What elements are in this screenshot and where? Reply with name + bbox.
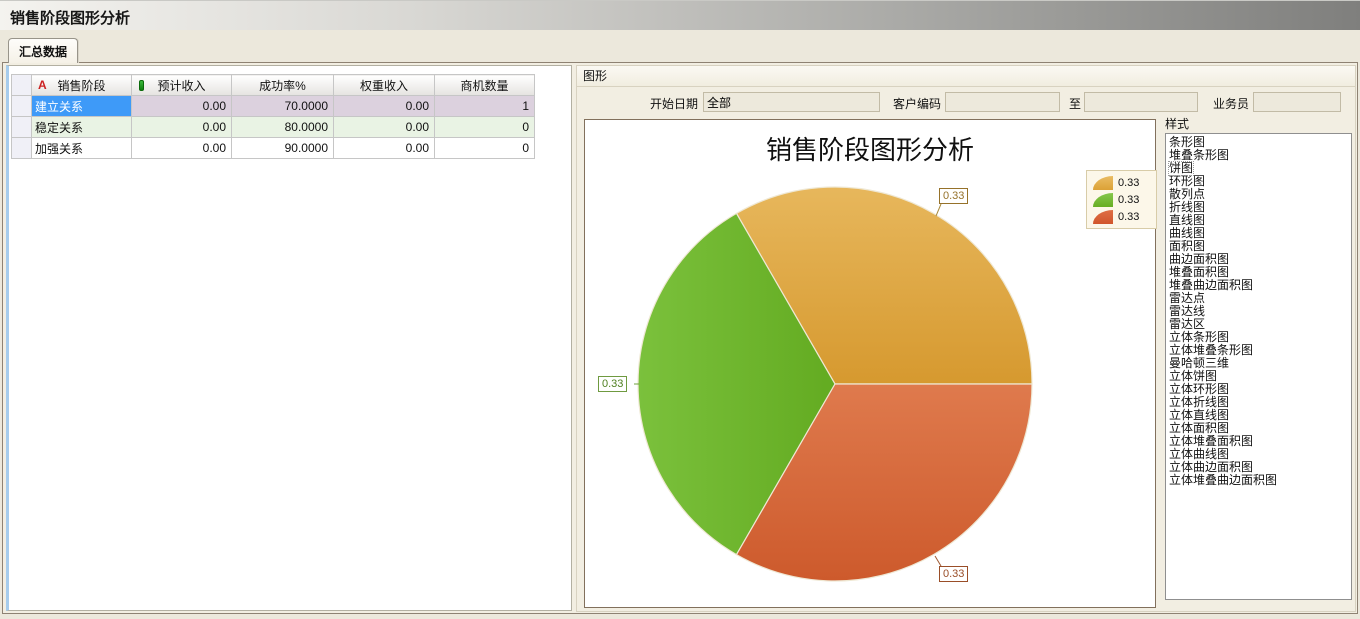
- cell-weighted[interactable]: 0.00: [334, 117, 435, 138]
- table-row: 加强关系 0.00 90.0000 0.00 0: [12, 138, 535, 159]
- cell-expected[interactable]: 0.00: [132, 138, 232, 159]
- chart-legend: 0.33 0.33 0.33: [1086, 170, 1157, 229]
- cell-count[interactable]: 0: [435, 117, 535, 138]
- slice-value-label: 0.33: [598, 376, 627, 392]
- callout-line-gold: [936, 204, 941, 216]
- legend-item: 0.33: [1093, 176, 1150, 190]
- cell-stage[interactable]: 稳定关系: [32, 117, 132, 138]
- pie-chart-area: 销售阶段图形分析: [584, 119, 1156, 608]
- row-indicator[interactable]: [12, 117, 32, 138]
- sales-stage-table: A 销售阶段 预计收入 成功率% 权重收入 商机数量: [11, 74, 535, 159]
- customer-code-from-input[interactable]: [945, 92, 1060, 112]
- cell-stage[interactable]: 加强关系: [32, 138, 132, 159]
- sort-a-icon: A: [38, 78, 47, 92]
- cell-weighted[interactable]: 0.00: [334, 96, 435, 117]
- cell-count[interactable]: 1: [435, 96, 535, 117]
- salesman-input[interactable]: [1253, 92, 1341, 112]
- content-panel: A 销售阶段 预计收入 成功率% 权重收入 商机数量: [2, 62, 1358, 614]
- graph-caption: 图形: [577, 66, 1355, 87]
- table-row: 稳定关系 0.00 80.0000 0.00 0: [12, 117, 535, 138]
- row-indicator[interactable]: [12, 96, 32, 117]
- title-bar: 销售阶段图形分析: [0, 0, 1360, 30]
- app-window: 销售阶段图形分析 汇总数据 A 销售阶段 预: [0, 0, 1360, 619]
- cell-expected[interactable]: 0.00: [132, 96, 232, 117]
- callout-line-red: [935, 556, 941, 566]
- row-indicator[interactable]: [12, 138, 32, 159]
- to-label: 至: [1067, 95, 1081, 112]
- salesman-label: 业务员: [1205, 95, 1249, 112]
- column-header-expected[interactable]: 预计收入: [132, 75, 232, 96]
- page-title: 销售阶段图形分析: [10, 7, 130, 28]
- table-row: 建立关系 0.00 70.0000 0.00 1: [12, 96, 535, 117]
- legend-swatch-gold-icon: [1093, 176, 1113, 190]
- style-caption: 样式: [1165, 115, 1189, 132]
- column-header-rate[interactable]: 成功率%: [232, 75, 334, 96]
- style-list-item[interactable]: 立体堆叠曲边面积图: [1169, 474, 1277, 487]
- table-header-row: A 销售阶段 预计收入 成功率% 权重收入 商机数量: [12, 75, 535, 96]
- cell-expected[interactable]: 0.00: [132, 117, 232, 138]
- cell-rate[interactable]: 90.0000: [232, 138, 334, 159]
- legend-item: 0.33: [1093, 210, 1150, 224]
- cell-count[interactable]: 0: [435, 138, 535, 159]
- column-header-stage[interactable]: A 销售阶段: [32, 75, 132, 96]
- cell-rate[interactable]: 70.0000: [232, 96, 334, 117]
- cell-stage-selected[interactable]: 建立关系: [32, 96, 132, 117]
- row-indicator-header: [12, 75, 32, 96]
- slice-value-label: 0.33: [939, 566, 968, 582]
- cell-rate[interactable]: 80.0000: [232, 117, 334, 138]
- style-listbox[interactable]: 条形图 堆叠条形图 饼图 环形图 散列点 折线图 直线图 曲线图 面积图 曲边面…: [1165, 133, 1352, 600]
- legend-swatch-red-icon: [1093, 210, 1113, 224]
- column-header-count[interactable]: 商机数量: [435, 75, 535, 96]
- customer-code-to-input[interactable]: [1084, 92, 1198, 112]
- customer-code-label: 客户编码: [885, 95, 941, 112]
- tab-label: 汇总数据: [19, 43, 67, 60]
- graph-groupbox: 图形 开始日期 客户编码 至 业务员 销售阶段图形分析: [576, 65, 1356, 612]
- tab-summary-data[interactable]: 汇总数据: [8, 38, 78, 63]
- summary-table-panel: A 销售阶段 预计收入 成功率% 权重收入 商机数量: [6, 65, 572, 611]
- slice-value-label: 0.33: [939, 188, 968, 204]
- start-date-input[interactable]: [703, 92, 880, 112]
- legend-swatch-green-icon: [1093, 193, 1113, 207]
- green-marker-icon: [139, 80, 144, 91]
- legend-item: 0.33: [1093, 193, 1150, 207]
- start-date-label: 开始日期: [632, 95, 698, 112]
- pie-chart-svg: [585, 120, 1155, 607]
- column-header-weighted[interactable]: 权重收入: [334, 75, 435, 96]
- cell-weighted[interactable]: 0.00: [334, 138, 435, 159]
- filter-row: 开始日期 客户编码 至 业务员: [577, 91, 1355, 113]
